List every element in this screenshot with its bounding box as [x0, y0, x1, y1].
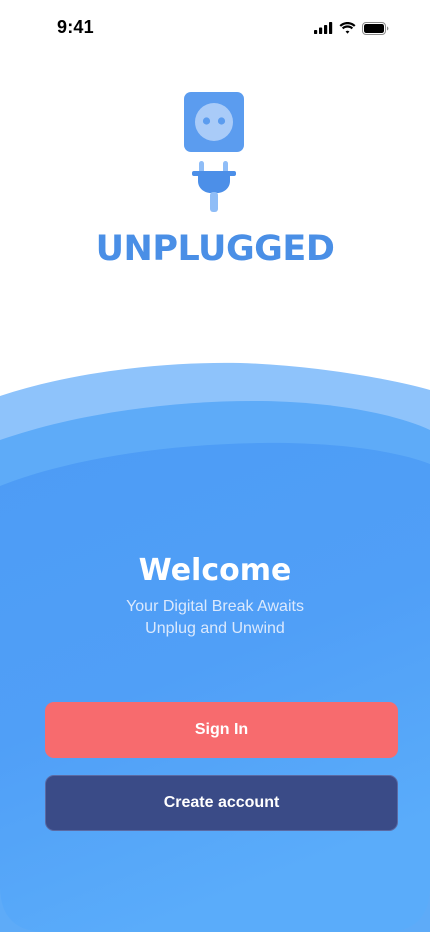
cellular-signal-icon [314, 22, 333, 34]
status-bar: 9:41 [0, 0, 430, 56]
wave-background [0, 362, 430, 932]
welcome-screen: 9:41 UNPLUGGED Welcome Your Digital Brea… [0, 0, 430, 932]
plug-icon [192, 161, 236, 218]
brand-name: UNPLUGGED [95, 229, 335, 269]
welcome-title: Welcome [138, 553, 292, 588]
status-time: 9:41 [57, 17, 94, 37]
welcome-subtitle-line-1: Your Digital Break Awaits [126, 598, 304, 615]
welcome-subtitle-line-2: Unplug and Unwind [145, 620, 285, 637]
wifi-icon [339, 22, 356, 34]
status-icons [314, 21, 389, 35]
battery-icon [362, 21, 389, 35]
app-logo [183, 91, 245, 213]
sign-in-button[interactable]: Sign In [45, 702, 398, 758]
create-account-button[interactable]: Create account [45, 775, 398, 831]
socket-icon [183, 91, 245, 158]
